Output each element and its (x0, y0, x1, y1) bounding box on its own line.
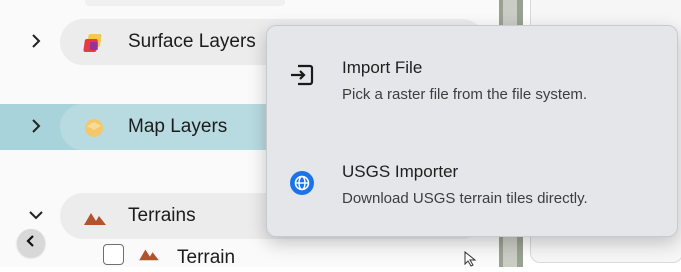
map-layers-icon (83, 117, 105, 139)
menu-item-description: Pick a raster file from the file system. (342, 86, 588, 103)
menu-item-title: USGS Importer (342, 162, 459, 181)
chevron-left-icon (26, 234, 36, 252)
menu-item-usgs-importer[interactable]: USGS Importer Download USGS terrain tile… (267, 158, 677, 218)
menu-item-title: Import File (342, 58, 423, 77)
menu-item-description: Download USGS terrain tiles directly. (342, 190, 588, 207)
surface-layers-icon (83, 32, 105, 54)
add-layer-context-menu: Import File Pick a raster file from the … (266, 25, 678, 237)
chevron-right-icon[interactable] (27, 117, 45, 135)
mountain-icon (83, 206, 106, 228)
terrain-checkbox[interactable] (103, 244, 124, 265)
terrain-item-label: Terrain (177, 247, 236, 268)
mountain-icon (138, 246, 160, 262)
chevron-down-icon[interactable] (27, 206, 45, 224)
chevron-right-icon[interactable] (27, 32, 45, 50)
menu-item-import-file[interactable]: Import File Pick a raster file from the … (267, 54, 677, 114)
top-strip (85, 0, 285, 6)
back-button[interactable] (17, 229, 45, 257)
tree-row-label: Terrains (128, 205, 196, 226)
mouse-cursor-icon (464, 250, 478, 267)
tree-row-label: Map Layers (128, 116, 228, 137)
tree-row-label: Surface Layers (128, 31, 256, 52)
import-file-icon (289, 62, 315, 88)
globe-icon (289, 170, 315, 196)
